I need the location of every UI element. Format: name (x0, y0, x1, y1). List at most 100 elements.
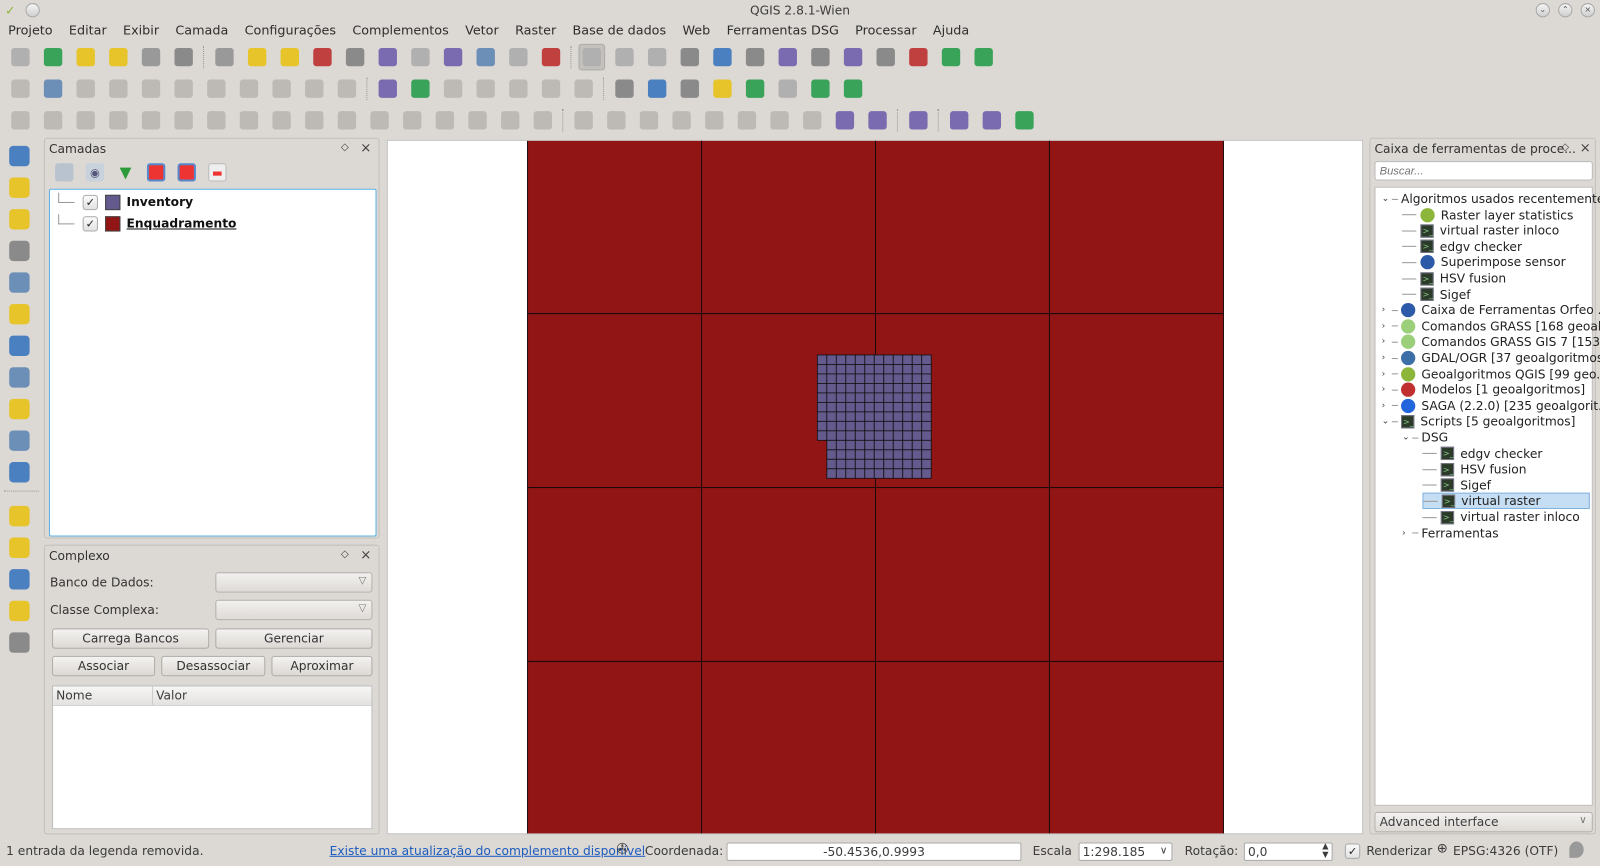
select-feature-button[interactable] (644, 44, 671, 71)
whats-this-button[interactable] (970, 44, 997, 71)
label-move-button[interactable] (505, 75, 532, 102)
add-wcs-layer-button[interactable] (4, 329, 35, 361)
crs-button[interactable]: EPSG:4326 (OTF) (1453, 844, 1558, 858)
topology-tool-button[interactable] (4, 626, 35, 658)
algorithm-item[interactable]: >_ Sigef (1422, 477, 1491, 493)
add-capture-point-button[interactable] (4, 500, 35, 532)
split-parts-button[interactable] (399, 107, 426, 134)
messages-icon[interactable] (1569, 841, 1584, 858)
complex-tool-button[interactable] (4, 531, 35, 563)
redo-button[interactable] (72, 107, 99, 134)
algorithm-item[interactable]: >_ Sigef (1402, 286, 1471, 302)
attribute-table-button[interactable] (742, 44, 769, 71)
toggle-editing-button[interactable] (40, 75, 67, 102)
algorithm-item[interactable]: >_ virtual raster inloco (1422, 509, 1580, 525)
action-button[interactable] (611, 44, 638, 71)
add-group-icon[interactable] (55, 163, 74, 182)
tree-group[interactable]: › SAGA (2.2.0) [235 geoalgorit... (1382, 398, 1600, 414)
label-pin-button[interactable] (407, 75, 434, 102)
rotation-spinbox[interactable]: 0,0 ▲ ▼ (1243, 842, 1333, 861)
deselect-button[interactable] (677, 44, 704, 71)
menu-processar[interactable]: Processar (847, 20, 925, 40)
label-hide-button[interactable] (472, 75, 499, 102)
rotate-button[interactable] (530, 107, 557, 134)
spin-arrows-icon[interactable]: ▲ ▼ (1322, 842, 1328, 859)
rotate-point-button[interactable] (497, 107, 524, 134)
plugin-reloader-button[interactable] (709, 75, 736, 102)
tree-group[interactable]: ⌄ >_ Scripts [5 geoalgoritmos] (1382, 413, 1576, 429)
menu-vetor[interactable]: Vetor (457, 20, 507, 40)
float-icon[interactable]: ◇ (341, 142, 349, 153)
scale-select[interactable]: 1:298.185 ∨ (1078, 842, 1173, 861)
new-project-button[interactable] (7, 44, 34, 71)
feature-heat-button[interactable] (946, 107, 973, 134)
digitize-ring-button[interactable] (334, 75, 361, 102)
pan-to-selection-button[interactable] (244, 44, 271, 71)
plugin-update-link[interactable]: Existe uma atualização do complemento di… (330, 844, 646, 858)
filter-icon[interactable]: ▼ (116, 163, 134, 181)
algorithm-item[interactable]: >_ HSV fusion (1422, 461, 1527, 477)
bug-button[interactable] (742, 75, 769, 102)
zoom-full-button[interactable] (374, 44, 401, 71)
coordinate-field[interactable]: -50.4536,0.9993 (726, 842, 1022, 861)
text-annotation-button[interactable] (938, 44, 965, 71)
edgv-button[interactable] (979, 107, 1006, 134)
layer-item[interactable]: ✓ Enquadramento (58, 213, 236, 233)
manage-button[interactable]: Gerenciar (215, 628, 373, 649)
zoom-last-button[interactable] (472, 44, 499, 71)
algorithm-item[interactable]: >_ virtual raster (1422, 493, 1590, 510)
save-as-button[interactable] (105, 44, 132, 71)
new-print-composer-button[interactable] (138, 44, 165, 71)
save-project-button[interactable] (72, 44, 99, 71)
north-arrow-button[interactable] (807, 75, 834, 102)
algorithm-item[interactable]: Raster layer statistics (1402, 207, 1573, 223)
complex-link-button[interactable] (4, 563, 35, 595)
python-button[interactable] (677, 75, 704, 102)
tree-group[interactable]: › GDAL/OGR [37 geoalgoritmos] (1382, 350, 1600, 366)
menu-ajuda[interactable]: Ajuda (925, 20, 978, 40)
close-icon[interactable]: × (360, 548, 371, 563)
expand-arrow-closed-icon[interactable]: › (1382, 401, 1392, 411)
tree-group[interactable]: ⌄ DSG (1402, 429, 1448, 445)
map-tips-button[interactable] (840, 44, 867, 71)
paste-features-button[interactable] (301, 75, 328, 102)
processing-search-input[interactable] (1374, 161, 1593, 181)
node-tool-button[interactable] (170, 75, 197, 102)
tree-group[interactable]: › Modelos [1 geoalgoritmos] (1382, 382, 1585, 398)
refresh-button[interactable] (538, 44, 565, 71)
minimize-button[interactable]: ⌄ (1535, 3, 1550, 18)
decrease-contrast-button[interactable] (799, 107, 826, 134)
column-header-name[interactable]: Nome (53, 686, 154, 705)
increase-contrast-button[interactable] (766, 107, 793, 134)
undo-sync-button[interactable] (840, 75, 867, 102)
menu-web[interactable]: Web (674, 20, 718, 40)
fill-ring-button[interactable] (203, 107, 230, 134)
expand-arrow-open-icon[interactable]: ⌄ (1382, 417, 1392, 427)
expand-arrow-closed-icon[interactable]: › (1402, 528, 1412, 538)
render-checkbox[interactable]: ✓ (1344, 843, 1361, 859)
measure-angle-button[interactable] (7, 107, 34, 134)
menu-raster[interactable]: Raster (507, 20, 564, 40)
tree-group[interactable]: › Ferramentas (1402, 525, 1499, 541)
save-edits-button[interactable] (72, 75, 99, 102)
show-bookmarks-button[interactable] (905, 44, 932, 71)
add-ring-button[interactable] (138, 107, 165, 134)
add-part-button[interactable] (170, 107, 197, 134)
load-databases-button[interactable]: Carrega Bancos (52, 628, 210, 649)
tree-group[interactable]: › Comandos GRASS GIS 7 [153 ... (1382, 334, 1600, 350)
zoom-to-selection-button[interactable] (407, 44, 434, 71)
delete-ring-button[interactable] (236, 107, 263, 134)
expand-arrow-closed-icon[interactable]: › (1382, 353, 1392, 363)
layer-symbol-swatch[interactable] (105, 215, 121, 232)
expand-arrow-closed-icon[interactable]: › (1382, 305, 1392, 315)
window-menu-button[interactable] (25, 3, 40, 18)
add-spatialite-layer-button[interactable] (4, 235, 35, 267)
collapse-all-icon[interactable] (177, 163, 196, 182)
algorithm-item[interactable]: Superimpose sensor (1402, 254, 1566, 270)
local-histogram-button[interactable] (668, 107, 695, 134)
undo-button[interactable] (40, 107, 67, 134)
stretch-cumulative-button[interactable] (636, 107, 663, 134)
select-by-expression-button[interactable] (709, 44, 736, 71)
add-wfs-layer-button[interactable] (4, 361, 35, 393)
algorithm-item[interactable]: >_ edgv checker (1422, 445, 1542, 461)
